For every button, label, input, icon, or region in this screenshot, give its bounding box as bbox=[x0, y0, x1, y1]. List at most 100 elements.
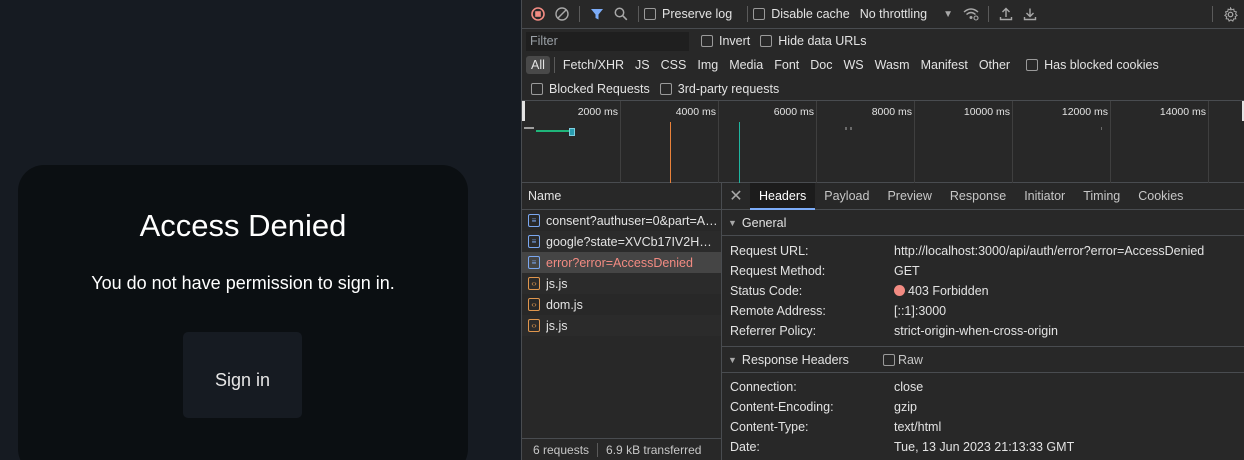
has-blocked-cookies-checkbox[interactable]: Has blocked cookies bbox=[1026, 58, 1159, 72]
timeline-gridline bbox=[1110, 101, 1111, 183]
disable-cache-label: Disable cache bbox=[771, 7, 850, 21]
checkbox-box[interactable] bbox=[753, 8, 766, 20]
type-filter-other[interactable]: Other bbox=[974, 56, 1015, 74]
filter-input[interactable] bbox=[526, 31, 689, 51]
type-filter-fetch-xhr[interactable]: Fetch/XHR bbox=[558, 56, 629, 74]
hide-data-urls-label: Hide data URLs bbox=[778, 34, 867, 48]
access-denied-card: Access Denied You do not have permission… bbox=[18, 165, 468, 460]
timeline-bar bbox=[845, 127, 847, 130]
header-key: Request URL: bbox=[730, 244, 809, 258]
tab-timing[interactable]: Timing bbox=[1074, 183, 1129, 210]
request-row[interactable]: ‹› js.js bbox=[522, 273, 721, 294]
invert-checkbox[interactable]: Invert bbox=[701, 34, 750, 48]
type-filter-manifest[interactable]: Manifest bbox=[916, 56, 973, 74]
tab-preview[interactable]: Preview bbox=[878, 183, 940, 210]
preserve-log-checkbox[interactable]: Preserve log bbox=[644, 7, 732, 21]
checkbox-box[interactable] bbox=[701, 35, 713, 47]
record-stop-icon[interactable] bbox=[526, 2, 550, 26]
disable-cache-checkbox[interactable]: Disable cache bbox=[753, 7, 850, 21]
general-section-header[interactable]: ▼ General bbox=[722, 210, 1244, 236]
header-key: Request Method: bbox=[730, 264, 826, 278]
blocked-requests-checkbox[interactable]: Blocked Requests bbox=[531, 82, 650, 96]
script-icon: ‹› bbox=[528, 298, 540, 311]
clear-icon[interactable] bbox=[550, 2, 574, 26]
timeline-start-handle[interactable] bbox=[522, 101, 525, 121]
header-value: close bbox=[894, 380, 924, 394]
checkbox-box[interactable] bbox=[531, 82, 543, 95]
type-filter-ws[interactable]: WS bbox=[838, 56, 868, 74]
header-row: Referrer Policy: strict-origin-when-cros… bbox=[722, 321, 1244, 341]
checkbox-box[interactable] bbox=[882, 353, 895, 366]
timeline-bar bbox=[569, 128, 575, 136]
third-party-label: 3rd-party requests bbox=[677, 81, 780, 96]
timeline-bar bbox=[536, 130, 570, 132]
checkbox-box[interactable] bbox=[644, 8, 656, 20]
request-row[interactable]: ≡ google?state=XVCb17IV2HWvD bbox=[522, 231, 721, 252]
tab-payload[interactable]: Payload bbox=[815, 183, 878, 210]
type-filter-js[interactable]: JS bbox=[630, 56, 655, 74]
header-value: text/html bbox=[894, 420, 942, 434]
tab-response[interactable]: Response bbox=[941, 183, 1015, 210]
sign-in-button[interactable]: Sign in bbox=[183, 332, 302, 418]
raw-label: Raw bbox=[897, 352, 923, 367]
checkbox-box[interactable] bbox=[1026, 59, 1039, 71]
request-row[interactable]: ‹› dom.js bbox=[522, 294, 721, 315]
type-filter-img[interactable]: Img bbox=[692, 56, 723, 74]
response-headers-section-header[interactable]: ▼ Response Headers Raw bbox=[722, 347, 1244, 373]
response-headers-section: Connection: close Content-Encoding: gzip… bbox=[722, 373, 1244, 457]
tab-headers[interactable]: Headers bbox=[750, 182, 816, 210]
export-har-icon[interactable] bbox=[1018, 2, 1042, 26]
timeline-gridline bbox=[1012, 101, 1013, 183]
request-rows: ≡ consent?authuser=0&part=AJi8h ≡ google… bbox=[522, 210, 721, 336]
hide-data-urls-checkbox[interactable]: Hide data URLs bbox=[760, 34, 867, 48]
request-count: 6 requests bbox=[533, 442, 590, 457]
section-title: General bbox=[741, 215, 787, 230]
requests-list: Name ≡ consent?authuser=0&part=AJi8h ≡ g… bbox=[522, 183, 722, 460]
request-name: dom.js bbox=[546, 297, 583, 312]
web-page: Access Denied You do not have permission… bbox=[0, 0, 521, 460]
settings-gear-icon[interactable] bbox=[1218, 2, 1242, 26]
search-icon[interactable] bbox=[609, 2, 633, 26]
header-row: Request Method: GET bbox=[722, 261, 1244, 281]
header-value: GET bbox=[894, 264, 920, 278]
throttling-select[interactable]: No throttling ▼ bbox=[860, 7, 953, 21]
invert-label: Invert bbox=[719, 34, 751, 48]
filter-row: Invert Hide data URLs bbox=[522, 29, 1244, 53]
type-filter-css[interactable]: CSS bbox=[656, 56, 692, 74]
import-har-icon[interactable] bbox=[994, 2, 1018, 26]
request-row[interactable]: ‹› js.js bbox=[522, 315, 721, 336]
header-key: Date: bbox=[730, 440, 760, 454]
resource-type-filters: All Fetch/XHR JS CSS Img Media Font Doc … bbox=[522, 53, 1244, 77]
type-filter-wasm[interactable]: Wasm bbox=[870, 56, 915, 74]
request-row-selected[interactable]: ≡ error?error=AccessDenied bbox=[522, 252, 721, 273]
request-name: consent?authuser=0&part=AJi8h bbox=[546, 213, 721, 228]
request-name: google?state=XVCb17IV2HWvD bbox=[546, 234, 721, 249]
name-column-header[interactable]: Name bbox=[522, 183, 721, 210]
tab-cookies[interactable]: Cookies bbox=[1129, 183, 1192, 210]
type-filter-all[interactable]: All bbox=[526, 56, 550, 74]
type-filter-doc[interactable]: Doc bbox=[805, 56, 837, 74]
checkbox-box[interactable] bbox=[659, 82, 672, 95]
document-icon: ≡ bbox=[528, 235, 540, 248]
timeline-overview[interactable]: 2000 ms 4000 ms 6000 ms 8000 ms 10000 ms… bbox=[522, 101, 1244, 183]
tab-initiator[interactable]: Initiator bbox=[1015, 183, 1074, 210]
toolbar-divider bbox=[638, 6, 639, 22]
filter-icon[interactable] bbox=[585, 2, 609, 26]
close-icon[interactable]: ✕ bbox=[722, 186, 750, 206]
type-filter-font[interactable]: Font bbox=[769, 56, 804, 74]
request-row[interactable]: ≡ consent?authuser=0&part=AJi8h bbox=[522, 210, 721, 231]
timeline-gridline bbox=[718, 101, 719, 183]
raw-checkbox[interactable]: Raw bbox=[882, 352, 923, 367]
summary-divider bbox=[597, 442, 599, 457]
network-conditions-icon[interactable] bbox=[959, 2, 983, 26]
header-key: Remote Address: bbox=[730, 304, 826, 318]
header-row: Date: Tue, 13 Jun 2023 21:13:33 GMT bbox=[722, 437, 1244, 457]
checkbox-box[interactable] bbox=[760, 35, 773, 47]
request-details: ✕ Headers Payload Preview Response Initi… bbox=[722, 182, 1244, 460]
script-icon: ‹› bbox=[528, 277, 540, 290]
third-party-checkbox[interactable]: 3rd-party requests bbox=[659, 81, 780, 96]
transferred-size: 6.9 kB transferred bbox=[606, 442, 702, 457]
header-row: Content-Encoding: gzip bbox=[722, 397, 1244, 417]
type-filter-media[interactable]: Media bbox=[724, 56, 768, 74]
details-tabs: ✕ Headers Payload Preview Response Initi… bbox=[722, 182, 1244, 210]
